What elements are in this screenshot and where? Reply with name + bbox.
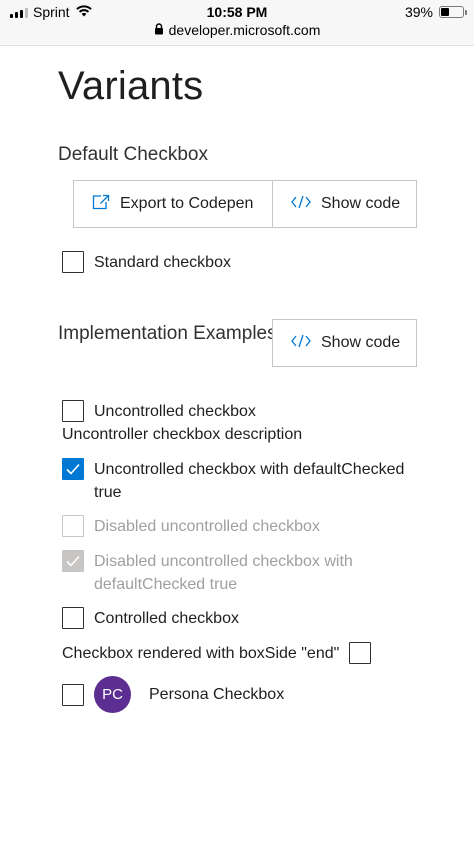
checkbox-label: Uncontrolled checkbox with defaultChecke… (94, 461, 405, 501)
checkbox-box[interactable] (62, 683, 84, 706)
checkbox-label: Disabled uncontrolled checkbox (94, 518, 320, 535)
checkbox-label: Disabled uncontrolled checkbox with defa… (94, 553, 353, 593)
show-code-button-implementation[interactable]: Show code (272, 319, 417, 367)
checkbox-label: Uncontrolled checkbox (94, 403, 256, 420)
battery-level (441, 8, 449, 16)
checkbox-box[interactable] (62, 251, 84, 273)
export-icon (92, 194, 110, 215)
disabled-uncontrolled-checkbox: Disabled uncontrolled checkbox (62, 515, 320, 538)
address-bar[interactable]: developer.microsoft.com (0, 22, 474, 38)
checkbox-label: Standard checkbox (94, 254, 231, 271)
lock-icon (154, 22, 164, 38)
uncontrolled-description: Uncontroller checkbox description (62, 426, 303, 443)
standard-checkbox[interactable]: Standard checkbox (62, 251, 231, 274)
checkbox-box[interactable] (62, 607, 84, 629)
checkbox-box (62, 515, 84, 537)
persona-checkbox[interactable]: PC Persona Checkbox (62, 676, 284, 713)
controlled-checkbox[interactable]: Controlled checkbox (62, 607, 239, 630)
code-icon (291, 334, 311, 353)
section-title-default: Default Checkbox (58, 144, 208, 165)
checkmark-icon (66, 555, 80, 567)
avatar: PC (94, 676, 131, 713)
checkbox-box[interactable] (62, 400, 84, 422)
url-text: developer.microsoft.com (168, 22, 321, 38)
status-time: 10:58 PM (206, 4, 268, 20)
checkbox-box[interactable] (349, 642, 372, 664)
show-code-label: Show code (321, 334, 401, 351)
status-right: 39% (404, 4, 467, 20)
show-code-label: Show code (321, 195, 401, 212)
page-title: Variants (58, 64, 204, 108)
checkbox-label: Persona Checkbox (149, 686, 285, 703)
checkmark-icon (66, 463, 80, 475)
checkbox-label: Controlled checkbox (94, 610, 239, 627)
checkbox-label: Checkbox rendered with boxSide "end" (62, 645, 340, 662)
disabled-default-checked-checkbox: Disabled uncontrolled checkbox with defa… (62, 550, 353, 596)
box-side-end-checkbox[interactable]: Checkbox rendered with boxSide "end" (62, 642, 372, 665)
section-title-implementation: Implementation Examples (58, 323, 277, 344)
code-icon (291, 195, 311, 214)
export-button-label: Export to Codepen (120, 195, 254, 212)
uncontrolled-default-checked-checkbox[interactable]: Uncontrolled checkbox with defaultChecke… (62, 458, 404, 504)
uncontrolled-checkbox[interactable]: Uncontrolled checkbox (62, 400, 256, 423)
checkbox-box[interactable] (62, 458, 84, 480)
status-bar: Sprint 10:58 PM 39% developer.microsoft.… (0, 0, 474, 46)
show-code-button-default[interactable]: Show code (272, 180, 417, 228)
export-to-codepen-button[interactable]: Export to Codepen (73, 180, 272, 228)
battery-percent: 39% (404, 4, 433, 20)
battery-icon (439, 6, 467, 18)
checkbox-box (62, 550, 84, 572)
